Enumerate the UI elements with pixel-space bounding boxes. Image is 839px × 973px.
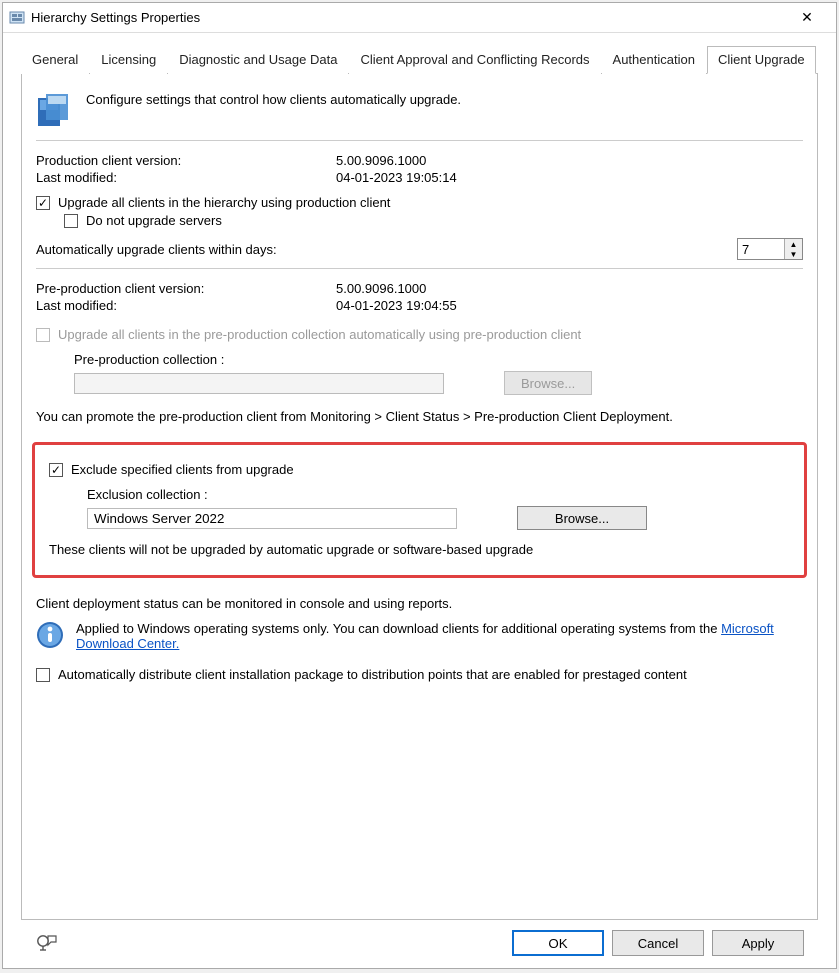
exclude-checkbox[interactable]: ✓ <box>49 463 63 477</box>
close-icon[interactable]: ✕ <box>784 9 830 26</box>
prod-version-value: 5.00.9096.1000 <box>336 153 803 168</box>
exclusion-collection-input[interactable] <box>87 508 457 529</box>
upgrade-all-label: Upgrade all clients in the hierarchy usi… <box>58 195 390 210</box>
days-up-icon[interactable]: ▲ <box>785 239 802 249</box>
exclude-row: ✓ Exclude specified clients from upgrade <box>49 462 790 477</box>
dialog-window: Hierarchy Settings Properties ✕ General … <box>2 2 837 969</box>
days-input[interactable] <box>738 239 784 259</box>
preprod-collection-input <box>74 373 444 394</box>
intro-row: Configure settings that control how clie… <box>36 92 803 130</box>
ok-button[interactable]: OK <box>512 930 604 956</box>
prod-version-row: Production client version: 5.00.9096.100… <box>36 153 803 168</box>
autodist-label: Automatically distribute client installa… <box>58 667 687 682</box>
applied-note: Applied to Windows operating systems onl… <box>76 621 803 651</box>
cancel-button[interactable]: Cancel <box>612 930 704 956</box>
apply-button[interactable]: Apply <box>712 930 804 956</box>
days-label: Automatically upgrade clients within day… <box>36 242 277 257</box>
prod-modified-value: 04-01-2023 19:05:14 <box>336 170 803 185</box>
dialog-footer: OK Cancel Apply <box>21 920 818 968</box>
tab-client-upgrade[interactable]: Client Upgrade <box>707 46 816 74</box>
intro-text: Configure settings that control how clie… <box>86 92 461 107</box>
preprod-upgrade-row: Upgrade all clients in the pre-productio… <box>36 327 803 342</box>
autodist-row: Automatically distribute client installa… <box>36 667 803 682</box>
client-area: General Licensing Diagnostic and Usage D… <box>3 33 836 968</box>
info-icon <box>36 621 64 649</box>
preprod-version-row: Pre-production client version: 5.00.9096… <box>36 281 803 296</box>
exclusion-collection-label: Exclusion collection : <box>87 487 790 502</box>
tabstrip: General Licensing Diagnostic and Usage D… <box>21 45 818 74</box>
tab-content-client-upgrade: Configure settings that control how clie… <box>21 74 818 920</box>
preprod-collection-label: Pre-production collection : <box>74 352 803 367</box>
preprod-modified-row: Last modified: 04-01-2023 19:04:55 <box>36 298 803 313</box>
prod-version-label: Production client version: <box>36 153 336 168</box>
preprod-modified-label: Last modified: <box>36 298 336 313</box>
package-icon <box>36 92 72 130</box>
preprod-version-value: 5.00.9096.1000 <box>336 281 803 296</box>
preprod-browse-button: Browse... <box>504 371 592 395</box>
preprod-collection-block: Pre-production collection : Browse... <box>74 352 803 395</box>
tab-general[interactable]: General <box>21 46 89 74</box>
preprod-promote-hint: You can promote the pre-production clien… <box>36 409 803 424</box>
no-servers-row: Do not upgrade servers <box>64 213 803 228</box>
exclusion-collection-block: Exclusion collection : Browse... <box>87 487 790 530</box>
divider <box>36 268 803 269</box>
preprod-upgrade-label: Upgrade all clients in the pre-productio… <box>58 327 581 342</box>
feedback-icon[interactable] <box>35 932 57 954</box>
exclusion-browse-button[interactable]: Browse... <box>517 506 647 530</box>
applied-note-text: Applied to Windows operating systems onl… <box>76 621 721 636</box>
titlebar: Hierarchy Settings Properties ✕ <box>3 3 836 33</box>
exclude-note: These clients will not be upgraded by au… <box>49 542 790 557</box>
autodist-checkbox[interactable] <box>36 668 50 682</box>
exclude-highlight-box: ✓ Exclude specified clients from upgrade… <box>32 442 807 578</box>
preprod-upgrade-checkbox <box>36 328 50 342</box>
prod-modified-row: Last modified: 04-01-2023 19:05:14 <box>36 170 803 185</box>
tab-client-approval[interactable]: Client Approval and Conflicting Records <box>349 46 600 74</box>
upgrade-all-checkbox[interactable]: ✓ <box>36 196 50 210</box>
deployment-status-hint: Client deployment status can be monitore… <box>36 596 803 611</box>
no-servers-label: Do not upgrade servers <box>86 213 222 228</box>
divider <box>36 140 803 141</box>
no-servers-checkbox[interactable] <box>64 214 78 228</box>
tab-authentication[interactable]: Authentication <box>602 46 706 74</box>
preprod-modified-value: 04-01-2023 19:04:55 <box>336 298 803 313</box>
days-spinner: ▲ ▼ <box>737 238 803 260</box>
preprod-version-label: Pre-production client version: <box>36 281 336 296</box>
dialog-title: Hierarchy Settings Properties <box>31 10 784 25</box>
exclude-label: Exclude specified clients from upgrade <box>71 462 294 477</box>
upgrade-all-row: ✓ Upgrade all clients in the hierarchy u… <box>36 195 803 210</box>
days-row: Automatically upgrade clients within day… <box>36 238 803 260</box>
days-down-icon[interactable]: ▼ <box>785 249 802 259</box>
applied-note-row: Applied to Windows operating systems onl… <box>36 621 803 651</box>
tab-diagnostic-usage[interactable]: Diagnostic and Usage Data <box>168 46 348 74</box>
prod-modified-label: Last modified: <box>36 170 336 185</box>
app-icon <box>9 10 25 26</box>
tab-licensing[interactable]: Licensing <box>90 46 167 74</box>
